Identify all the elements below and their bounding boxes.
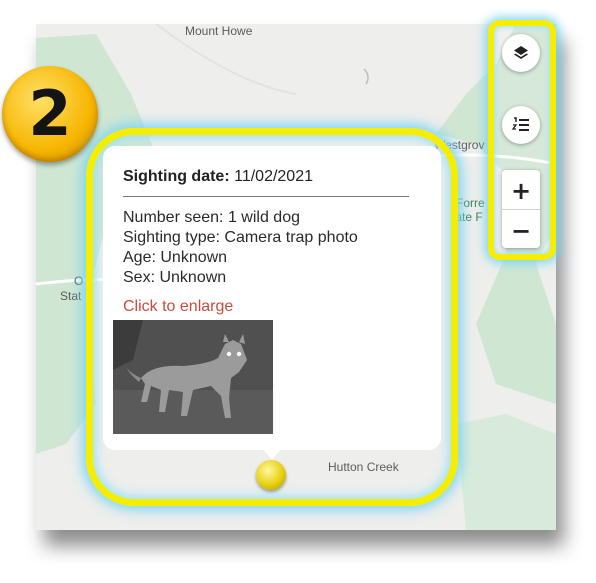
sex: Sex: Unknown [123, 269, 227, 286]
map-label-forrest: Forre [456, 196, 485, 210]
sighting-date-label: Sighting date: [123, 168, 230, 185]
step-number-badge: 2 [2, 66, 98, 162]
sighting-date: Sighting date: 11/02/2021 [123, 168, 313, 186]
zoom-out-button[interactable]: − [502, 212, 540, 250]
number-seen: Number seen: 1 wild dog [123, 209, 300, 226]
sighting-type: Sighting type: Camera trap photo [123, 229, 358, 246]
age: Age: Unknown [123, 249, 228, 266]
zoom-control: + − [502, 170, 540, 248]
popup-pointer [262, 448, 282, 460]
sighting-marker[interactable] [256, 460, 286, 490]
legend-list-icon [511, 117, 529, 131]
layers-button[interactable] [502, 34, 540, 72]
map-label-left-state: Stat [60, 289, 82, 303]
popup-divider [123, 196, 409, 197]
map-label-left-o: O [74, 274, 84, 288]
sighting-popup: Sighting date: 11/02/2021 Number seen: 1… [103, 146, 441, 450]
step-number: 2 [28, 77, 72, 150]
sighting-date-value: 11/02/2021 [234, 168, 313, 185]
click-to-enlarge-link[interactable]: Click to enlarge [123, 298, 233, 316]
layers-icon [514, 46, 528, 59]
legend-button[interactable] [502, 106, 540, 144]
map-label-mount-howe: Mount Howe [185, 24, 253, 38]
sighting-details: Number seen: 1 wild dog Sighting type: C… [123, 208, 358, 288]
camera-trap-photo[interactable] [113, 320, 273, 434]
wild-dog-photo-image [113, 320, 273, 434]
zoom-divider [502, 209, 540, 210]
zoom-in-button[interactable]: + [502, 172, 540, 210]
